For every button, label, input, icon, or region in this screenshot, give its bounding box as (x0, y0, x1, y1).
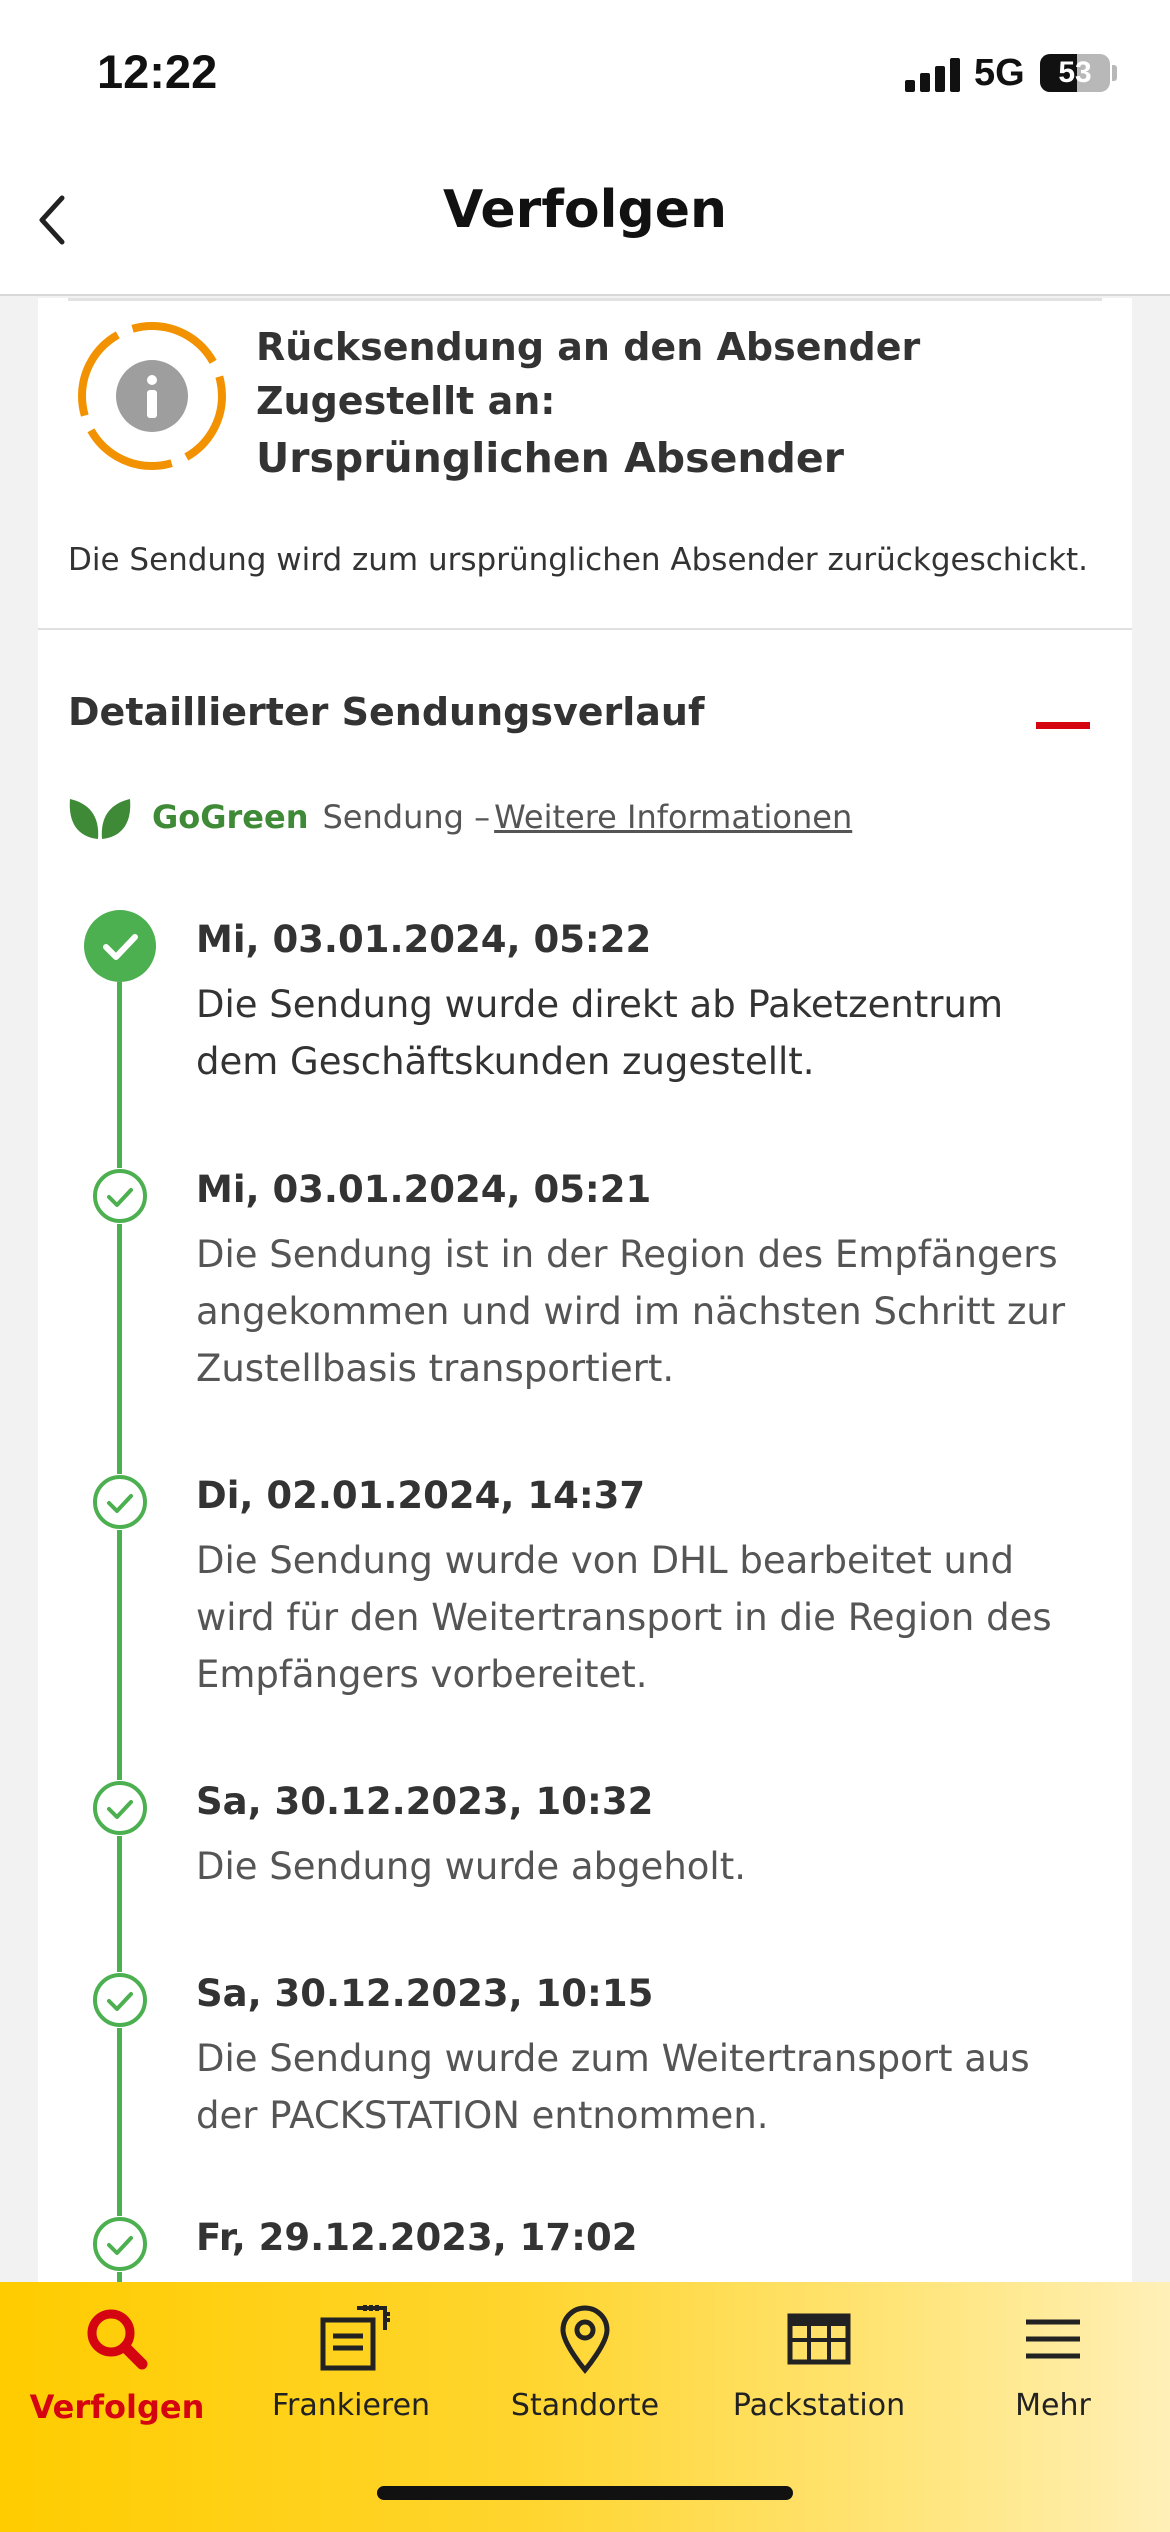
tab-label: Mehr (1015, 2388, 1091, 2423)
page-title: Verfolgen (443, 180, 727, 240)
divider (68, 298, 1102, 301)
gogreen-label: GoGreen (152, 798, 309, 836)
check-outline-icon (92, 1168, 148, 1224)
search-icon (87, 2309, 148, 2370)
tab-frankieren[interactable]: Frankieren (234, 2282, 468, 2442)
check-filled-icon (84, 910, 156, 982)
gogreen-row: GoGreen Sendung – Weitere Informationen (68, 792, 852, 842)
home-indicator (377, 2486, 793, 2500)
event-text: Die Sendung ist in der Region des Empfän… (196, 1233, 1066, 1390)
check-outline-icon (92, 1474, 148, 1530)
battery-icon: 53 (1040, 54, 1110, 92)
event-text: Die Sendung wurde von DHL bearbeitet und… (196, 1539, 1052, 1696)
history-title: Detaillierter Sendungsverlauf (68, 690, 705, 734)
divider (38, 628, 1132, 630)
tab-verfolgen[interactable]: Verfolgen (0, 2282, 234, 2442)
packstation-icon (787, 2313, 851, 2365)
network-label: 5G (974, 52, 1025, 94)
tab-mehr[interactable]: Mehr (936, 2282, 1170, 2442)
leaf-icon (69, 799, 131, 839)
timeline-line (117, 938, 122, 2282)
tab-standorte[interactable]: Standorte (468, 2282, 702, 2442)
check-outline-icon (92, 1780, 148, 1836)
return-notice: Rücksendung an den Absender Zugestellt a… (256, 320, 920, 488)
event-date: Di, 02.01.2024, 14:37 (196, 1474, 646, 1517)
signal-icon (905, 58, 961, 92)
delivered-to-value: Ursprünglichen Absender (256, 434, 844, 482)
collapse-button[interactable] (1036, 714, 1090, 738)
event-date: Mi, 03.01.2024, 05:21 (196, 1168, 652, 1211)
check-outline-icon (92, 2216, 148, 2272)
event-text: Die Sendung wurde abgeholt. (196, 1845, 746, 1888)
tab-label: Verfolgen (29, 2388, 205, 2426)
minus-icon (1036, 722, 1090, 729)
return-status: Rücksendung an den Absender (256, 325, 921, 369)
battery-cap (1112, 65, 1117, 81)
event-text: Die Sendung wurde direkt ab Paketzentrum… (196, 983, 1004, 1083)
battery-level: 53 (1058, 56, 1092, 89)
tab-label: Standorte (510, 2388, 660, 2423)
event-date: Sa, 30.12.2023, 10:32 (196, 1780, 654, 1823)
tab-label: Frankieren (271, 2388, 431, 2423)
event-date: Sa, 30.12.2023, 10:15 (196, 1972, 654, 2015)
more-info-link[interactable]: Weitere Informationen (494, 798, 852, 836)
status-time: 12:22 (97, 45, 218, 98)
event-text: Die Sendung wurde zum Weitertransport au… (196, 2037, 1030, 2137)
return-description: Die Sendung wird zum ursprünglichen Abse… (68, 542, 1089, 578)
check-outline-icon (92, 1972, 148, 2028)
nav-header: Verfolgen (0, 150, 1170, 296)
stamp-icon (320, 2305, 390, 2371)
location-pin-icon (560, 2305, 610, 2374)
tab-packstation[interactable]: Packstation (702, 2282, 936, 2442)
menu-icon (1026, 2319, 1080, 2359)
info-icon (78, 322, 226, 470)
delivered-to-label: Zugestellt an: (256, 379, 556, 423)
event-date: Fr, 29.12.2023, 17:02 (196, 2216, 638, 2259)
shipment-label: Sendung – (322, 798, 491, 836)
shipment-card: Rücksendung an den Absender Zugestellt a… (38, 298, 1132, 2282)
event-date: Mi, 03.01.2024, 05:22 (196, 918, 652, 961)
status-bar: 12:22 5G 53 (0, 0, 1170, 150)
tab-label: Packstation (732, 2388, 906, 2423)
